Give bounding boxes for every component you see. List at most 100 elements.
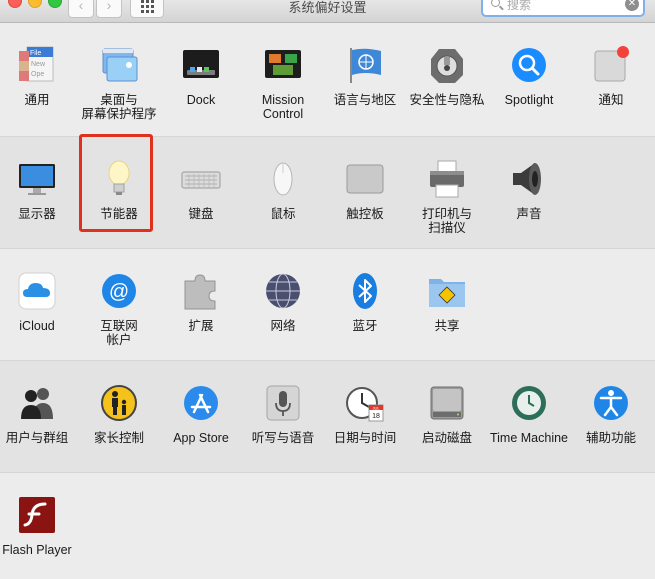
pref-label: 网络 [270,319,296,333]
pref-label: 显示器 [18,207,56,221]
globe-icon [266,273,300,309]
pref-flash-player[interactable]: Flash Player [0,495,78,575]
pref-security-privacy[interactable]: 安全性与隐私 [406,45,488,125]
puzzle-piece-icon [184,274,216,310]
pref-label: 听写与语音 [251,431,315,445]
pref-sharing[interactable]: 共享 [406,271,488,351]
pref-internet-accounts[interactable]: @ 互联网 帐户 [78,271,160,351]
pref-mission-control[interactable]: Mission Control [242,45,324,125]
hard-disk-icon [430,386,464,420]
notifications-icon [594,46,629,82]
desktop-screensaver-icon [102,48,138,82]
pref-general[interactable]: File New Ope 通用 [0,45,78,125]
pref-label: Flash Player [2,543,72,557]
pref-label: 启动磁盘 [421,431,472,445]
at-sign-icon: @ [102,274,136,308]
pref-language-region[interactable]: 语言与地区 [324,45,406,125]
pref-time-machine[interactable]: Time Machine [488,383,570,463]
svg-text:JUL: JUL [372,406,380,411]
svg-text:File: File [30,50,41,57]
pref-label: 安全性与隐私 [409,93,485,107]
clock-calendar-icon: JUL 18 [346,387,384,422]
pref-extensions[interactable]: 扩展 [160,271,242,351]
dock-icon [183,50,219,78]
bluetooth-icon [353,273,377,309]
energy-saver-highlight-box [79,134,153,232]
flash-player-icon [19,497,55,533]
pref-bluetooth[interactable]: 蓝牙 [324,271,406,351]
pref-trackpad[interactable]: 触控板 [324,159,406,239]
language-region-icon [350,48,381,83]
pref-label: 蓝牙 [352,319,378,333]
pref-label: 辅助功能 [585,431,636,445]
mouse-icon [273,162,293,196]
pref-accessibility[interactable]: 辅助功能 [570,383,652,463]
pref-label: Mission Control [261,93,305,121]
keyboard-icon [181,171,221,189]
title-bar: ‹ › 系统偏好设置 搜索 ✕ [0,0,655,23]
pref-label: 触控板 [346,207,384,221]
time-machine-icon [512,386,546,420]
mission-control-icon [265,50,301,78]
pref-label: Time Machine [489,431,569,445]
pref-icloud[interactable]: iCloud [0,271,78,351]
pref-label: 共享 [434,319,460,333]
spotlight-icon [512,48,546,82]
app-store-icon [184,386,218,420]
pref-label: 扩展 [188,319,214,333]
pref-label: 声音 [516,207,542,221]
accessibility-icon [594,386,628,420]
pref-label: App Store [173,431,229,445]
sharing-folder-icon [429,279,465,307]
pref-mouse[interactable]: 鼠标 [242,159,324,239]
clear-search-button[interactable]: ✕ [625,0,639,11]
pref-startup-disk[interactable]: 启动磁盘 [406,383,488,463]
pref-label: 通知 [598,93,624,107]
pref-keyboard[interactable]: 键盘 [160,159,242,239]
search-icon [491,0,500,7]
pref-app-store[interactable]: App Store [160,383,242,463]
pref-displays[interactable]: 显示器 [0,159,78,239]
svg-text:18: 18 [372,413,380,420]
pref-label: 键盘 [188,207,214,221]
general-icon: File New Ope [19,46,54,82]
pref-label: 鼠标 [270,207,296,221]
svg-text:@: @ [109,281,129,303]
search-placeholder: 搜索 [507,0,532,12]
pref-date-time[interactable]: JUL 18 日期与时间 [324,383,406,463]
pref-label: 日期与时间 [333,431,397,445]
pref-dock[interactable]: Dock [160,45,242,125]
microphone-icon [266,385,300,421]
displays-icon [19,164,55,195]
pref-row-personal: File New Ope 通用 桌面与 屏幕保护程序 Dock Mission … [0,23,655,137]
pref-label: Spotlight [504,93,554,107]
pref-network[interactable]: 网络 [242,271,324,351]
pref-row-system: 用户与群组 家长控制 App Store 听写与语音 JUL 18 日期与时间 … [0,361,655,473]
pref-dictation-speech[interactable]: 听写与语音 [242,383,324,463]
pref-sound[interactable]: 声音 [488,159,570,239]
pref-notifications[interactable]: 通知 [570,45,652,125]
svg-text:Ope: Ope [31,71,44,78]
svg-text:New: New [31,61,46,68]
pref-label: 家长控制 [93,431,144,445]
pref-spotlight[interactable]: Spotlight [488,45,570,125]
printer-icon [430,160,464,198]
search-input[interactable]: 搜索 ✕ [481,0,645,17]
speaker-icon [513,163,541,195]
pref-label: 用户与群组 [5,431,69,445]
pref-users-groups[interactable]: 用户与群组 [0,383,78,463]
pref-printers-scanners[interactable]: 打印机与 扫描仪 [406,159,488,239]
security-privacy-icon [431,49,463,83]
pref-label: 打印机与 扫描仪 [421,207,472,235]
pref-label: Dock [186,93,216,107]
pref-label: 通用 [24,93,50,107]
pref-parental-controls[interactable]: 家长控制 [78,383,160,463]
pref-label: 互联网 帐户 [100,319,138,347]
pref-row-internet-wireless: iCloud @ 互联网 帐户 扩展 网络 蓝牙 共享 [0,249,655,361]
pref-label: iCloud [19,319,55,333]
trackpad-icon [346,164,384,194]
pref-row-other: Flash Player [0,473,655,579]
pref-desktop-screensaver[interactable]: 桌面与 屏幕保护程序 [78,45,160,125]
parental-controls-icon [101,385,137,421]
pref-label: 桌面与 屏幕保护程序 [81,93,157,121]
